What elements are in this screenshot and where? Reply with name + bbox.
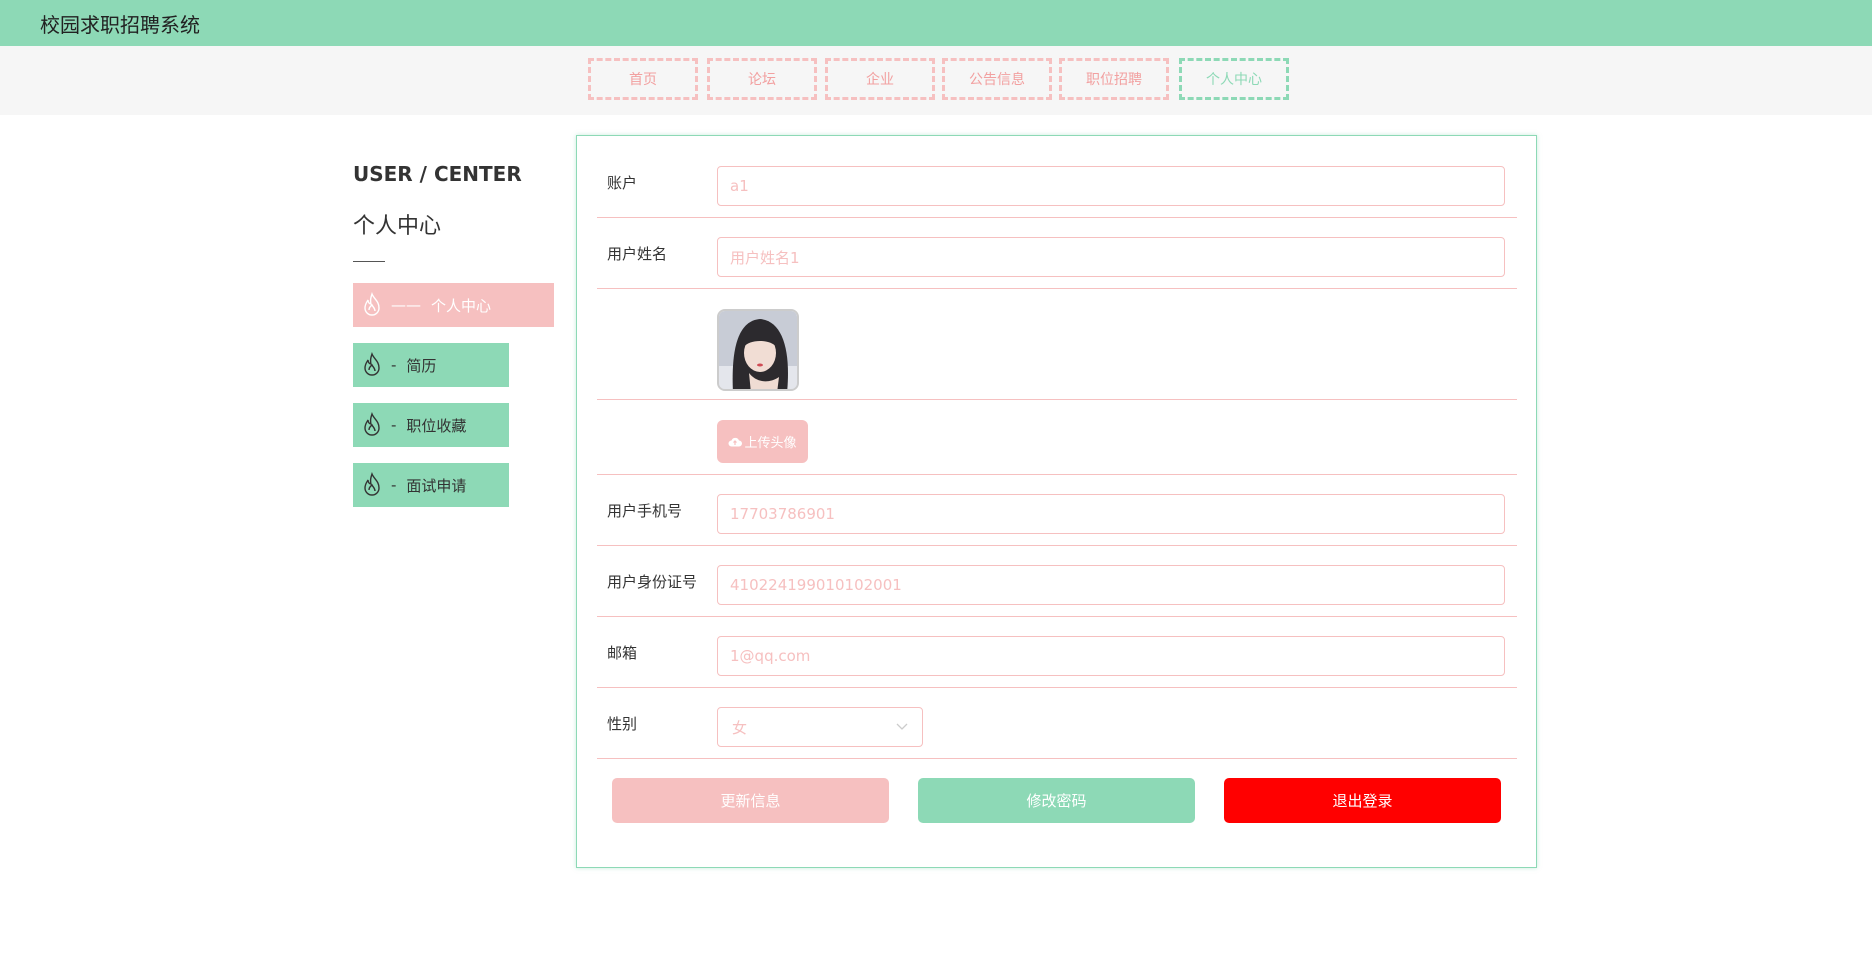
- gender-select[interactable]: 女: [717, 707, 923, 747]
- sidebar-item-prefix: -: [391, 476, 397, 494]
- sidebar-item-label: 简历: [406, 356, 437, 375]
- sidebar-item-resume[interactable]: - 简历: [353, 343, 509, 387]
- form-row-username: 用户姓名 用户姓名1: [597, 218, 1517, 289]
- idcard-label: 用户身份证号: [607, 573, 698, 591]
- form-row-account: 账户 a1: [597, 136, 1517, 218]
- email-input[interactable]: 1@qq.com: [717, 636, 1505, 676]
- sidebar-item-interviews[interactable]: - 面试申请: [353, 463, 509, 507]
- change-password-button[interactable]: 修改密码: [918, 778, 1195, 823]
- logout-button[interactable]: 退出登录: [1224, 778, 1501, 823]
- phone-input[interactable]: 17703786901: [717, 494, 1505, 534]
- update-info-button[interactable]: 更新信息: [612, 778, 889, 823]
- sidebar-item-label: 面试申请: [406, 476, 467, 495]
- username-label: 用户姓名: [607, 245, 668, 263]
- sidebar-heading-en: USER / CENTER: [353, 162, 522, 186]
- gender-value: 女: [732, 718, 748, 737]
- form-row-avatar: [597, 289, 1517, 400]
- account-input[interactable]: a1: [717, 166, 1505, 206]
- flame-icon: [361, 291, 385, 319]
- avatar: [717, 309, 799, 391]
- sidebar-item-user-center[interactable]: —— 个人中心: [353, 283, 554, 327]
- account-label: 账户: [607, 174, 638, 192]
- username-input[interactable]: 用户姓名1: [717, 237, 1505, 277]
- nav-notice[interactable]: 公告信息: [942, 58, 1052, 100]
- sidebar-item-job-favorites[interactable]: - 职位收藏: [353, 403, 509, 447]
- idcard-input[interactable]: 410224199010102001: [717, 565, 1505, 605]
- flame-icon: [361, 411, 385, 439]
- form-row-phone: 用户手机号 17703786901: [597, 475, 1517, 546]
- app-title: 校园求职招聘系统: [40, 13, 200, 37]
- sidebar-item-prefix: ——: [391, 296, 421, 314]
- form-row-upload: 上传头像: [597, 400, 1517, 475]
- sidebar-item-label: 个人中心: [431, 296, 492, 315]
- nav-user-center[interactable]: 个人中心: [1179, 58, 1289, 100]
- flame-icon: [361, 351, 385, 379]
- nav-jobs[interactable]: 职位招聘: [1059, 58, 1169, 100]
- phone-label: 用户手机号: [607, 502, 683, 520]
- sidebar-divider: [353, 261, 385, 262]
- cloud-upload-icon: [728, 437, 743, 446]
- profile-form-panel: 账户 a1 用户姓名 用户姓名1 上传头像 用户手机号 17703786901: [576, 135, 1537, 868]
- nav-company[interactable]: 企业: [825, 58, 935, 100]
- flame-icon: [361, 471, 385, 499]
- form-row-gender: 性别 女: [597, 688, 1517, 759]
- upload-avatar-label: 上传头像: [744, 436, 797, 451]
- sidebar-heading-cn: 个人中心: [353, 214, 442, 239]
- top-bar: 校园求职招聘系统: [0, 0, 1872, 46]
- nav-bar: 首页 论坛 企业 公告信息 职位招聘 个人中心: [0, 46, 1872, 115]
- upload-avatar-button[interactable]: 上传头像: [717, 420, 808, 463]
- form-row-idcard: 用户身份证号 410224199010102001: [597, 546, 1517, 617]
- nav-forum[interactable]: 论坛: [707, 58, 817, 100]
- nav-home[interactable]: 首页: [588, 58, 698, 100]
- form-row-email: 邮箱 1@qq.com: [597, 617, 1517, 688]
- chevron-down-icon: [896, 723, 908, 730]
- gender-label: 性别: [607, 715, 638, 733]
- sidebar-item-label: 职位收藏: [406, 416, 467, 435]
- sidebar-item-prefix: -: [391, 356, 397, 374]
- sidebar-item-prefix: -: [391, 416, 397, 434]
- email-label: 邮箱: [607, 644, 638, 662]
